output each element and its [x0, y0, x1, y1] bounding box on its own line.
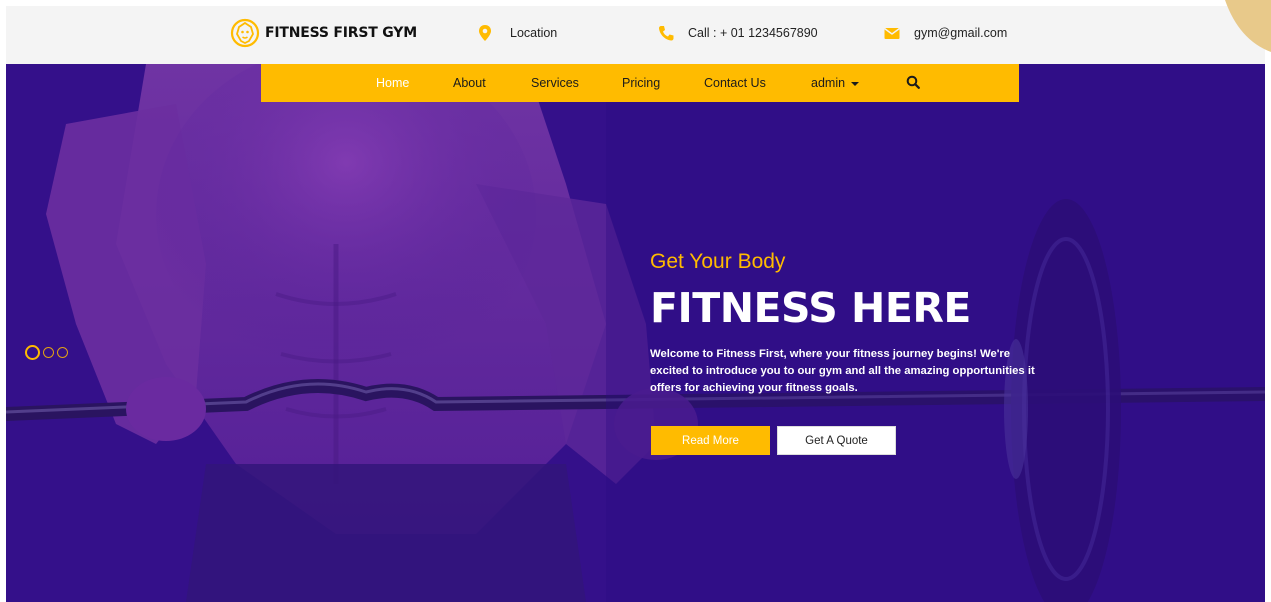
lion-logo-icon	[230, 18, 260, 48]
read-more-button[interactable]: Read More	[651, 426, 770, 455]
top-header: FITNESS FIRST GYM Location Call : + 01 1…	[6, 6, 1265, 64]
hero-headline: FITNESS HERE	[650, 284, 971, 332]
search-icon[interactable]	[906, 75, 920, 89]
contact-phone: Call : + 01 1234567890	[657, 24, 818, 42]
brand[interactable]: FITNESS FIRST GYM	[230, 18, 417, 48]
slider-dots	[25, 345, 71, 360]
main-nav: Home About Services Pricing Contact Us a…	[261, 64, 1019, 102]
nav-admin-dropdown[interactable]: admin	[811, 76, 860, 90]
admin-label: admin	[811, 76, 846, 90]
hero-background-image	[6, 64, 1265, 602]
map-pin-icon	[479, 25, 491, 41]
phone-icon	[659, 26, 674, 41]
nav-contact-us[interactable]: Contact Us	[704, 76, 766, 90]
email-text: gym@gmail.com	[914, 26, 1008, 40]
location-text: Location	[510, 26, 558, 40]
chevron-down-icon	[851, 81, 860, 86]
nav-services[interactable]: Services	[531, 76, 579, 90]
get-a-quote-button[interactable]: Get A Quote	[777, 426, 896, 455]
brand-name: FITNESS FIRST GYM	[265, 25, 417, 41]
nav-home[interactable]: Home	[376, 76, 409, 90]
slider-dot-3[interactable]	[57, 347, 68, 358]
slider-dot-2[interactable]	[43, 347, 54, 358]
envelope-icon	[884, 27, 900, 39]
hero-banner	[6, 64, 1265, 602]
hero-tagline: Get Your Body	[650, 250, 786, 273]
nav-pricing[interactable]: Pricing	[622, 76, 660, 90]
phone-text: Call : + 01 1234567890	[688, 26, 818, 40]
slider-dot-1[interactable]	[25, 345, 40, 360]
nav-about[interactable]: About	[453, 76, 486, 90]
contact-email: gym@gmail.com	[883, 24, 1007, 42]
corner-decoration	[1225, 0, 1271, 52]
hero-description: Welcome to Fitness First, where your fit…	[650, 348, 1035, 394]
contact-location: Location	[476, 24, 557, 42]
